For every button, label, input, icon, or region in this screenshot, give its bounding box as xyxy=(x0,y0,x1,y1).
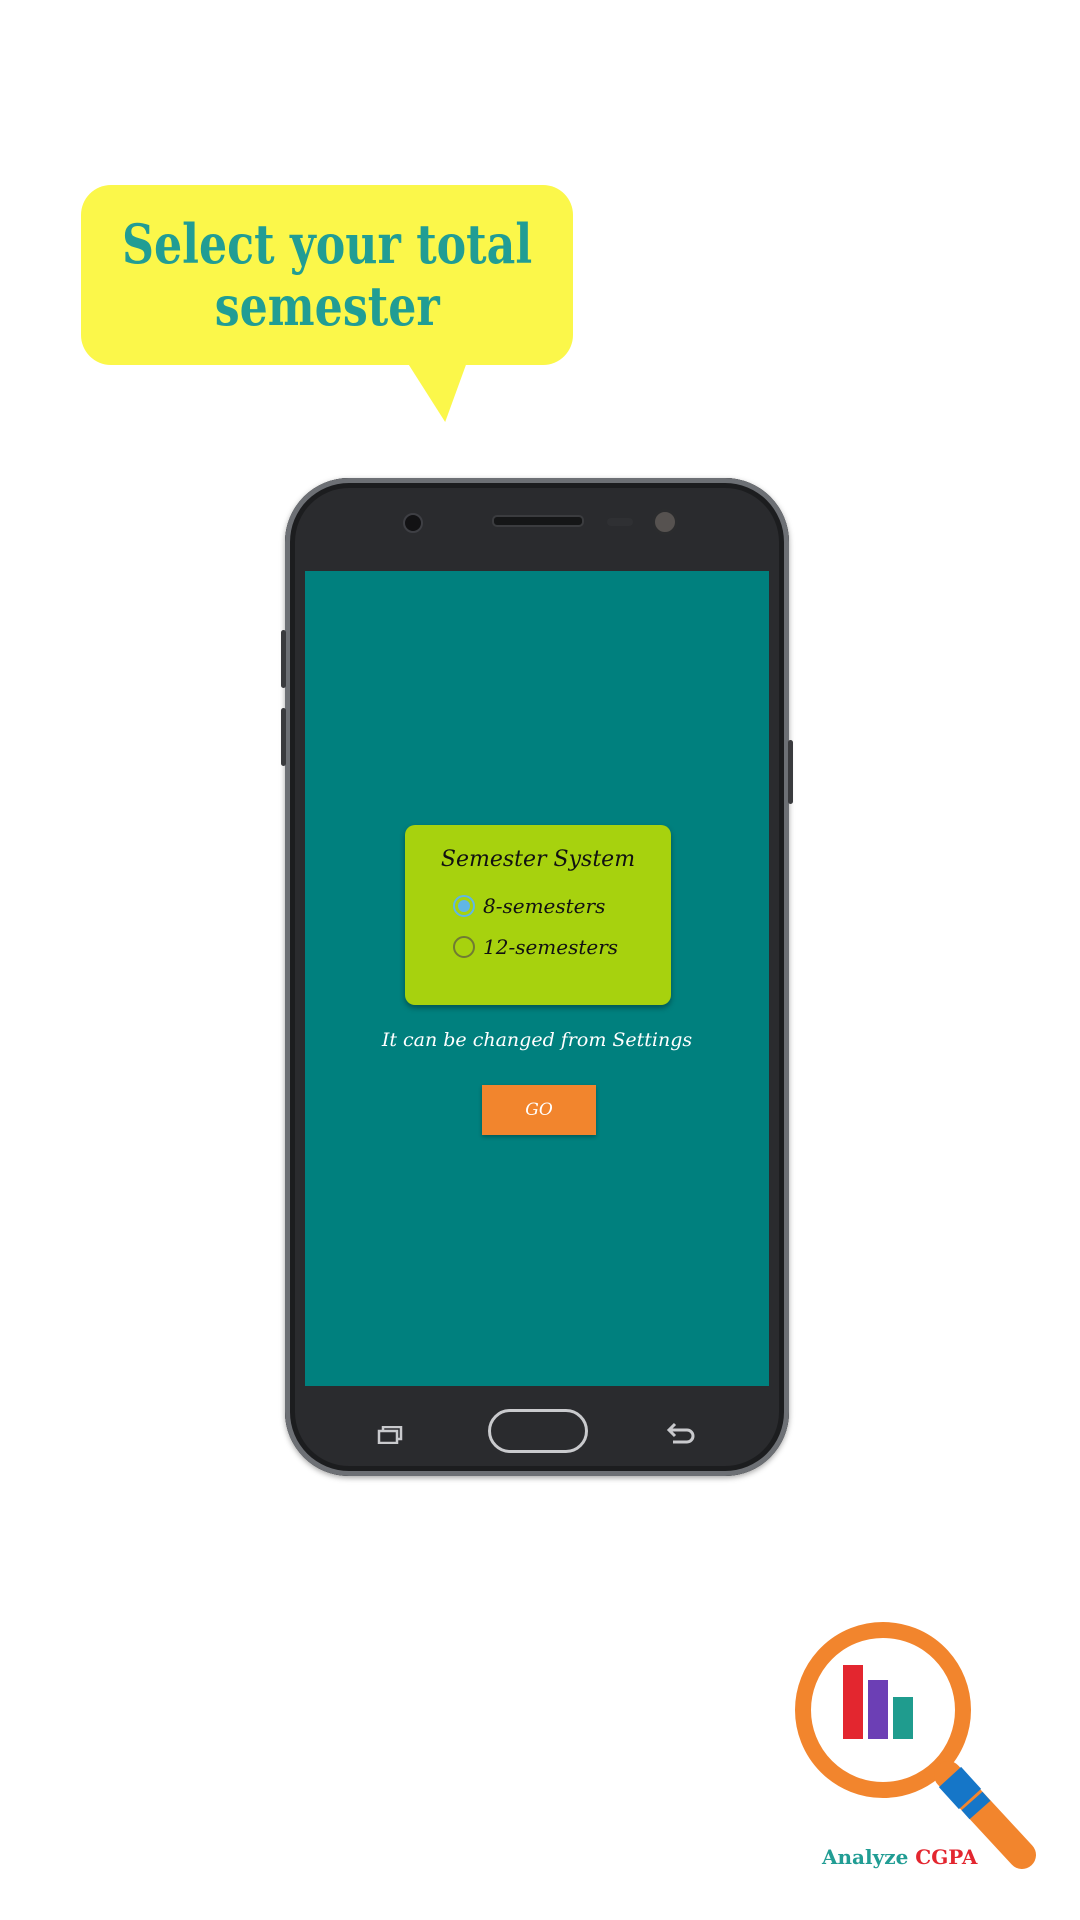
radio-checked-icon[interactable] xyxy=(453,895,475,917)
home-button-icon[interactable] xyxy=(488,1409,588,1453)
logo-wordmark: Analyze CGPA xyxy=(822,1845,977,1869)
promo-headline-line1: Select your total xyxy=(121,212,533,276)
magnifier-chart-icon xyxy=(795,1622,1036,1869)
radio-unchecked-icon[interactable] xyxy=(453,936,475,958)
semester-dialog: Semester System 8-semesters 12-semesters xyxy=(405,825,671,1005)
option-12-semesters[interactable]: 12-semesters xyxy=(453,932,618,962)
settings-hint: It can be changed from Settings xyxy=(381,1029,693,1051)
promo-headline-line2: semester xyxy=(214,274,440,338)
dialog-title: Semester System xyxy=(440,847,636,872)
flash-icon xyxy=(652,509,678,535)
app-screen: Semester System 8-semesters 12-semesters… xyxy=(305,571,769,1386)
logo-word-cgpa: CGPA xyxy=(915,1845,978,1869)
earpiece-speaker xyxy=(492,515,584,527)
option-label: 8-semesters xyxy=(483,894,606,918)
recent-apps-icon[interactable] xyxy=(377,1426,403,1444)
front-camera-icon xyxy=(403,513,423,533)
volume-down-button xyxy=(281,708,286,766)
go-button[interactable]: GO xyxy=(482,1085,596,1135)
volume-up-button xyxy=(281,630,286,688)
power-button xyxy=(788,740,793,804)
option-label: 12-semesters xyxy=(483,935,619,959)
phone-frame: Semester System 8-semesters 12-semesters… xyxy=(281,478,793,1476)
back-arrow-icon[interactable] xyxy=(665,1422,695,1446)
promo-bubble: Select your total semester xyxy=(81,185,573,365)
logo-word-analyze: Analyze xyxy=(822,1845,909,1869)
proximity-sensor xyxy=(607,518,633,526)
hardware-nav-bar xyxy=(285,1386,789,1476)
promo-bubble-tail xyxy=(385,362,467,422)
option-8-semesters[interactable]: 8-semesters xyxy=(453,891,605,921)
